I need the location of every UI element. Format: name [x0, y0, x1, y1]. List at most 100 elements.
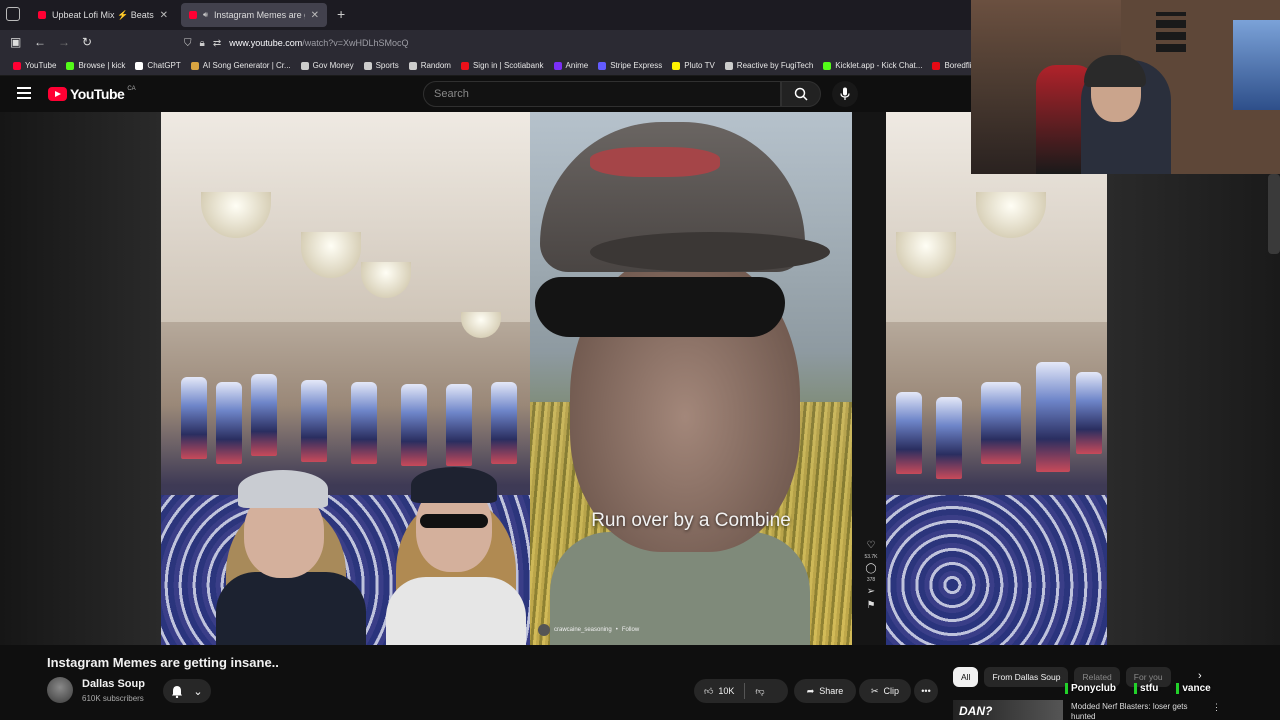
- bookmark-item[interactable]: Gov Money: [296, 61, 359, 70]
- bookmark-item[interactable]: Kicklet.app - Kick Chat...: [818, 61, 927, 70]
- bookmark-item[interactable]: Random: [404, 61, 456, 70]
- recommended-thumbnail[interactable]: DAN?: [953, 700, 1063, 720]
- bookmark-item[interactable]: Stripe Express: [593, 61, 667, 70]
- lock-icon[interactable]: 🔒︎: [200, 38, 205, 49]
- reel-like-count: 53.7K: [864, 554, 878, 560]
- kebab-menu-icon[interactable]: ⋮: [1212, 702, 1221, 713]
- bookmark-icon: [66, 61, 75, 70]
- hosts-facecam: [161, 462, 530, 645]
- search-icon: [794, 87, 808, 101]
- tab-list-icon[interactable]: [6, 7, 20, 21]
- alert-bar-icon: [1065, 683, 1068, 694]
- alert-text: stfu: [1140, 683, 1159, 694]
- reel-actions: ♡ 53.7K ◯ 378 ➢ ⚑: [858, 540, 884, 611]
- chevron-down-icon: ⌄: [193, 685, 203, 698]
- tab-lofi-mix[interactable]: Upbeat Lofi Mix ⚡ Beats to Bo ✕: [30, 3, 176, 27]
- more-actions-button[interactable]: •••: [914, 679, 938, 703]
- video-right-fill: [1107, 112, 1280, 645]
- bookmark-icon: [300, 61, 309, 70]
- stream-alert: Ponyclub: [1065, 683, 1116, 694]
- bell-icon: [172, 685, 183, 698]
- country-code: CA: [127, 86, 136, 92]
- bookmark-item[interactable]: Sign in | Scotiabank: [456, 61, 549, 70]
- bookmark-icon: [408, 61, 417, 70]
- youtube-logo[interactable]: YouTube CA: [48, 86, 136, 102]
- reel-caption: Run over by a Combine: [591, 510, 791, 531]
- filter-chip[interactable]: All: [953, 667, 979, 687]
- tab-title: Instagram Memes are getti: [214, 10, 305, 20]
- bookmark-item[interactable]: Reactive by FugiTech: [720, 61, 818, 70]
- chevron-right-icon[interactable]: ›: [1198, 670, 1202, 682]
- url-path: /watch?v=XwHDLhSMocQ: [302, 38, 409, 48]
- page-scrollbar[interactable]: [1268, 174, 1280, 254]
- bookmark-item[interactable]: ChatGPT: [130, 61, 185, 70]
- bookmark-icon: [724, 61, 733, 70]
- permissions-icon[interactable]: ⇄: [213, 38, 221, 49]
- address-bar[interactable]: ⛉ 🔒︎ ⇄ www.youtube.com/watch?v=XwHDLhSMo…: [178, 33, 968, 53]
- send-icon: ➢: [866, 586, 876, 597]
- bookmark-item[interactable]: Browse | kick: [61, 61, 130, 70]
- bookmark-item[interactable]: YouTube: [8, 61, 61, 70]
- thumbs-down-icon: 👎︎: [755, 685, 765, 696]
- back-icon[interactable]: ←: [34, 35, 46, 49]
- bookmark-item[interactable]: Sports: [359, 61, 404, 70]
- reload-icon[interactable]: ↻: [82, 35, 92, 49]
- video-player[interactable]: Run over by a Combine crawcaine_seasonin…: [0, 112, 1280, 645]
- cap-bill: [590, 232, 830, 272]
- speaker-icon[interactable]: 🔊︎: [203, 10, 208, 20]
- reel-user-avatar: [538, 624, 550, 636]
- channel-avatar[interactable]: [47, 677, 73, 703]
- alert-text: vance: [1182, 683, 1211, 694]
- channel-name[interactable]: Dallas Soup: [82, 678, 145, 690]
- url-text[interactable]: www.youtube.com/watch?v=XwHDLhSMocQ: [229, 38, 408, 48]
- forward-icon[interactable]: →: [58, 35, 70, 49]
- tab-instagram-memes[interactable]: 🔊︎ Instagram Memes are getti ✕: [181, 3, 327, 27]
- clip-button[interactable]: ✂ Clip: [859, 679, 911, 703]
- chandelier: [461, 312, 501, 338]
- cap-logo: [590, 147, 720, 177]
- close-tab-icon[interactable]: ✕: [160, 10, 168, 21]
- slot-machine: [491, 382, 517, 464]
- shield-icon[interactable]: ⛉: [184, 38, 192, 49]
- youtube-favicon-icon: [38, 11, 46, 19]
- bookmark-label: Browse | kick: [78, 61, 126, 70]
- recommended-title[interactable]: Modded Nerf Blasters: loser gets hunted: [1071, 702, 1211, 720]
- bookmark-icon: [460, 61, 469, 70]
- notifications-button[interactable]: ⌄: [163, 679, 211, 703]
- bookmark-label: Anime: [565, 61, 589, 70]
- bookmark-icon: [553, 61, 562, 70]
- new-tab-icon[interactable]: +: [337, 6, 345, 22]
- microphone-icon: [840, 87, 850, 100]
- bookmark-icon: [823, 61, 832, 70]
- bookmark-icon: [363, 61, 372, 70]
- bookmark-label: Gov Money: [312, 61, 354, 70]
- search-button[interactable]: [781, 81, 821, 107]
- bookmark-icon: [672, 61, 681, 70]
- bookmark-label: Pluto TV: [684, 61, 715, 70]
- bookmark-label: Sports: [375, 61, 399, 70]
- bookmark-item[interactable]: Pluto TV: [667, 61, 720, 70]
- filter-chip[interactable]: From Dallas Soup: [984, 667, 1069, 687]
- thumbs-up-icon: 👍︎: [704, 685, 714, 696]
- share-button[interactable]: ➦ Share: [794, 679, 856, 703]
- subscriber-count: 610K subscribers: [82, 694, 144, 703]
- host-right: [386, 462, 526, 645]
- search-input[interactable]: Search: [423, 81, 781, 107]
- dislike-button[interactable]: 👎︎: [745, 679, 774, 703]
- menu-icon[interactable]: [17, 87, 31, 99]
- bookmark-item[interactable]: Anime: [549, 61, 594, 70]
- close-tab-icon[interactable]: ✕: [311, 10, 319, 21]
- clip-label: Clip: [883, 686, 900, 696]
- bookmark-item[interactable]: AI Song Generator | Cr...: [186, 61, 296, 70]
- like-count: 10K: [718, 686, 735, 696]
- voice-search-button[interactable]: [832, 81, 858, 107]
- reel-clip: Run over by a Combine crawcaine_seasonin…: [530, 112, 852, 645]
- wall-frames: [1156, 12, 1186, 52]
- stream-alerts: Ponyclub stfu vance: [1065, 683, 1211, 694]
- alert-bar-icon: [1176, 683, 1180, 694]
- slot-machine: [936, 397, 962, 479]
- bookmark-icon: [598, 61, 607, 70]
- sidebar-toggle-icon[interactable]: ▣: [10, 35, 21, 49]
- webcam-monitor: [1233, 20, 1280, 110]
- like-button[interactable]: 👍︎ 10K: [694, 679, 744, 703]
